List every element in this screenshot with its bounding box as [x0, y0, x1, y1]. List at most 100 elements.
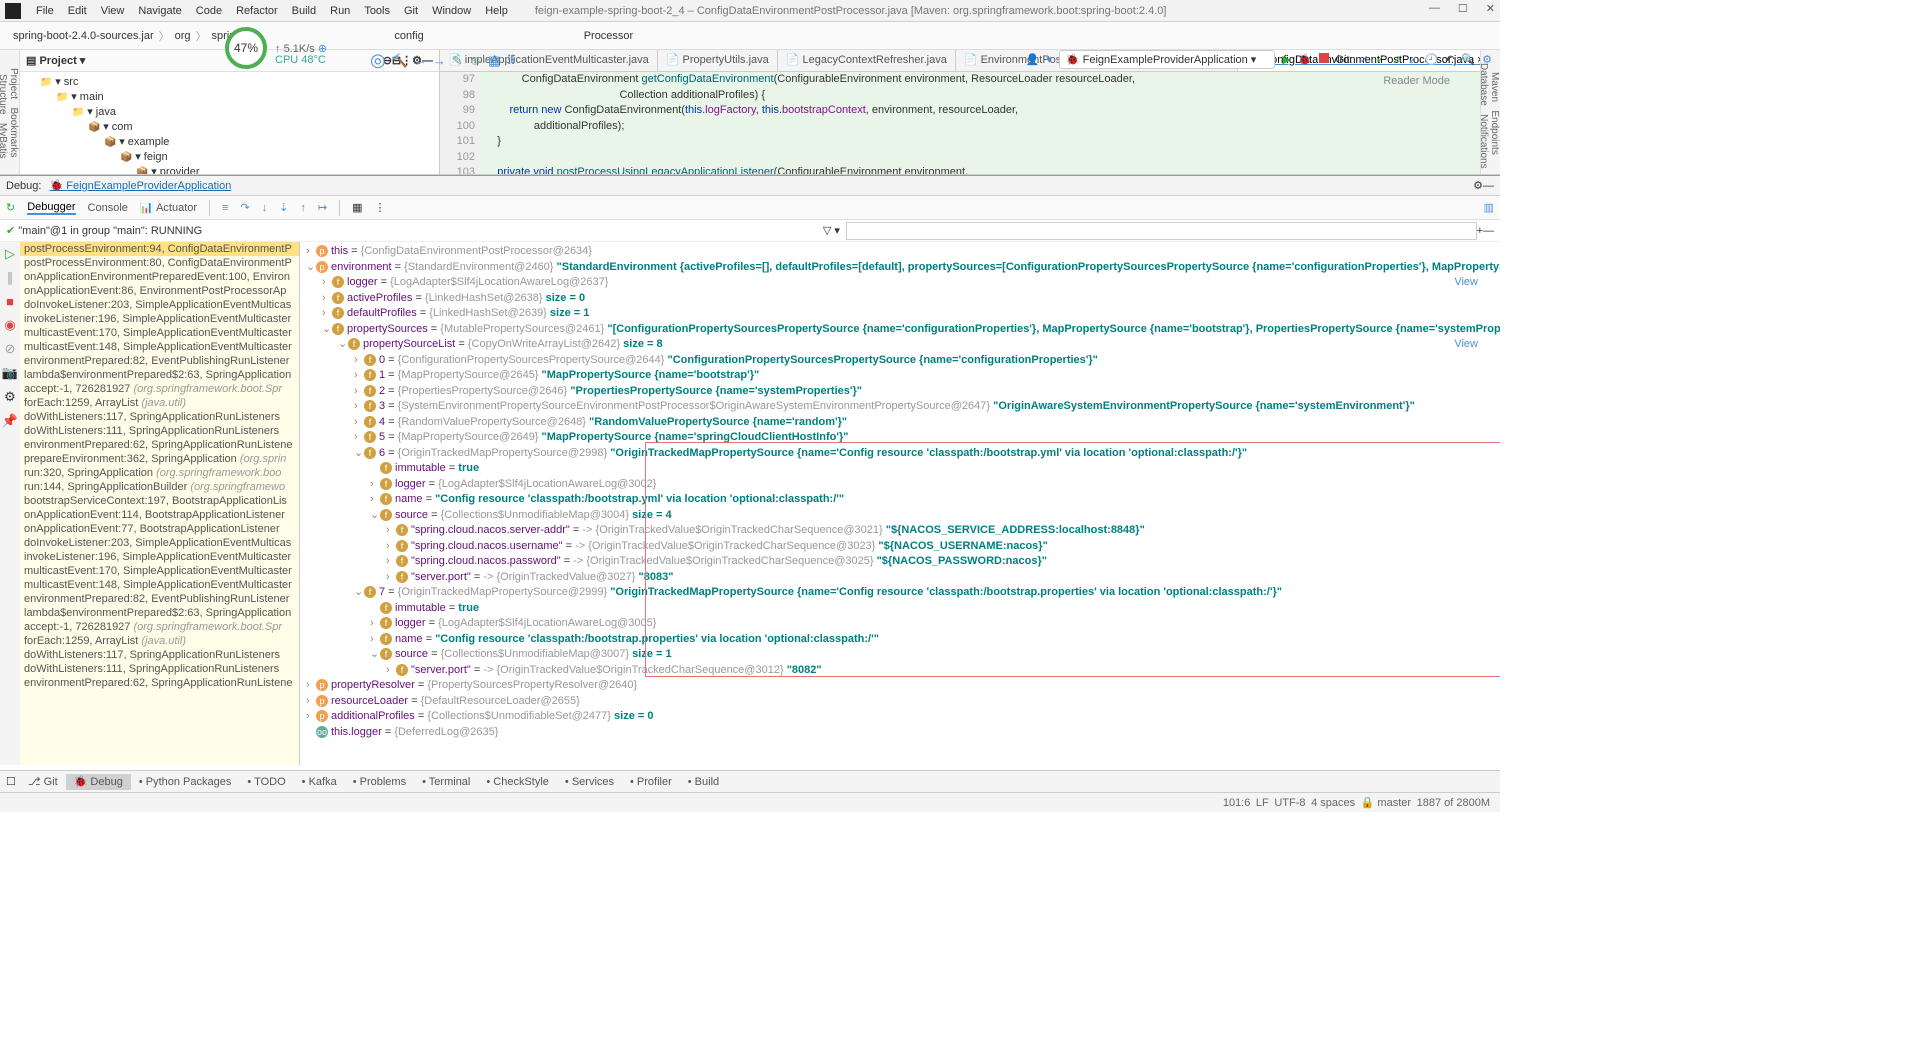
tool-tab-build[interactable]: • Build [680, 774, 727, 790]
menu-view[interactable]: View [94, 5, 132, 17]
stack-frame[interactable]: accept:-1, 726281927 (org.springframewor… [20, 620, 299, 634]
menu-navigate[interactable]: Navigate [131, 5, 188, 17]
evaluate-input[interactable] [846, 222, 1477, 240]
memory[interactable]: 1887 of 2800M [1417, 797, 1490, 809]
var-node[interactable]: ⌄penvironment = {StandardEnvironment@246… [302, 260, 1498, 276]
search-icon[interactable]: 🔍 [1461, 53, 1475, 66]
stack-frame[interactable]: postProcessEnvironment:80, ConfigDataEnv… [20, 256, 299, 270]
tool-tab-todo[interactable]: • TODO [239, 774, 293, 790]
left-tool-strip[interactable]: Project Bookmarks Structure MyBatis Buil… [0, 50, 20, 174]
close-icon[interactable]: ✕ [1486, 2, 1495, 15]
var-node[interactable]: ›f"spring.cloud.nacos.password" = -> {Or… [302, 554, 1498, 570]
stack-frame[interactable]: doWithListeners:117, SpringApplicationRu… [20, 648, 299, 662]
layout-icon[interactable]: ▦ [352, 201, 362, 214]
push-icon[interactable]: ↗ [1392, 53, 1401, 66]
menu-help[interactable]: Help [478, 5, 515, 17]
stack-frame[interactable]: onApplicationEvent:114, BootstrapApplica… [20, 508, 299, 522]
stop-icon[interactable] [1319, 53, 1329, 66]
step-into-icon[interactable]: ↷ [240, 201, 249, 214]
step-down-icon[interactable]: ↓ [262, 202, 268, 214]
stack-frame[interactable]: doInvokeListener:203, SimpleApplicationE… [20, 298, 299, 312]
run-to-cursor-icon[interactable]: ↦ [318, 201, 327, 214]
stack-frame[interactable]: run:320, SpringApplication (org.springfr… [20, 466, 299, 480]
stack-frame[interactable]: bootstrapServiceContext:197, BootstrapAp… [20, 494, 299, 508]
stack-frame[interactable]: lambda$environmentPrepared$2:63, SpringA… [20, 368, 299, 382]
breakpoints-icon[interactable]: ◉ [4, 317, 15, 333]
tree-node[interactable]: ▾ src [20, 74, 439, 89]
var-node[interactable]: ⌄fpropertySourceList = {CopyOnWriteArray… [302, 337, 1498, 353]
plus-icon[interactable]: ▾ [1046, 53, 1052, 66]
minimize-icon[interactable]: — [1483, 180, 1494, 192]
back-icon[interactable]: ← [414, 53, 427, 68]
menu-tools[interactable]: Tools [357, 5, 397, 17]
var-node[interactable]: ⌄fpropertySources = {MutablePropertySour… [302, 322, 1498, 338]
var-node[interactable]: ›pthis = {ConfigDataEnvironmentPostProce… [302, 244, 1498, 260]
line-sep[interactable]: LF [1256, 797, 1269, 809]
target-icon[interactable]: ◎ [370, 50, 386, 71]
var-node[interactable]: fimmutable = true [302, 601, 1498, 617]
var-node[interactable]: ›flogger = {LogAdapter$Slf4jLocationAwar… [302, 275, 1498, 291]
rerun-icon[interactable]: ↻ [6, 201, 15, 214]
commit-icon[interactable]: ✓ [1376, 53, 1385, 66]
tree-node[interactable]: ▾ example [20, 134, 439, 149]
force-step-icon[interactable]: ⇣ [279, 201, 288, 214]
stack-frame[interactable]: postProcessEnvironment:94, ConfigDataEnv… [20, 242, 299, 256]
tool-tab-python-packages[interactable]: • Python Packages [131, 774, 240, 790]
variables-tree[interactable]: ›pthis = {ConfigDataEnvironmentPostProce… [300, 242, 1500, 765]
pin-icon[interactable]: 📌 [2, 413, 18, 429]
stack-frame[interactable]: doWithListeners:117, SpringApplicationRu… [20, 410, 299, 424]
maximize-icon[interactable]: ☐ [1458, 2, 1468, 15]
tree-node[interactable]: ▾ main [20, 89, 439, 104]
stack-frame[interactable]: lambda$environmentPrepared$2:63, SpringA… [20, 606, 299, 620]
stack-frame[interactable]: environmentPrepared:82, EventPublishingR… [20, 592, 299, 606]
minimize-icon[interactable]: — [1429, 2, 1440, 15]
menu-code[interactable]: Code [189, 5, 229, 17]
editor-tab[interactable]: 📄 PropertyUtils.java [658, 50, 778, 71]
stack-frame[interactable]: forEach:1259, ArrayList (java.util) [20, 396, 299, 410]
gear-icon[interactable]: ⚙ [4, 389, 16, 405]
tool-tab-services[interactable]: • Services [557, 774, 622, 790]
forward-icon[interactable]: → [433, 53, 446, 68]
debug-app-tab[interactable]: 🐞 FeignExampleProviderApplication [41, 179, 239, 192]
breadcrumb[interactable]: config [389, 30, 428, 42]
menu-refactor[interactable]: Refactor [229, 5, 285, 17]
var-node[interactable]: ›flogger = {LogAdapter$Slf4jLocationAwar… [302, 616, 1498, 632]
tool-tab-kafka[interactable]: • Kafka [294, 774, 345, 790]
tree-node[interactable]: ▾ provider [20, 164, 439, 174]
breadcrumb[interactable]: Processor [579, 30, 639, 42]
resume-icon[interactable]: ▷ [5, 246, 15, 262]
caret-pos[interactable]: 101:6 [1223, 797, 1251, 809]
breadcrumb[interactable]: spring-boot-2.4.0-sources.jar [8, 30, 159, 42]
more-icon[interactable]: ⋮ [375, 201, 386, 214]
tool-tab-terminal[interactable]: • Terminal [414, 774, 478, 790]
menu-edit[interactable]: Edit [61, 5, 94, 17]
menu-window[interactable]: Window [425, 5, 478, 17]
hammer-icon[interactable]: 🔨 [392, 53, 408, 69]
camera-icon[interactable]: 📷 [2, 365, 18, 381]
layout-icon[interactable]: ▥ [1484, 201, 1494, 214]
var-node[interactable]: oothis.logger = {DeferredLog@2635} [302, 725, 1498, 741]
tool-tab-checkstyle[interactable]: • CheckStyle [478, 774, 557, 790]
tool-tab-profiler[interactable]: • Profiler [622, 774, 680, 790]
tree-node[interactable]: ▾ com [20, 119, 439, 134]
var-node[interactable]: fimmutable = true [302, 461, 1498, 477]
tree-node[interactable]: ▾ java [20, 104, 439, 119]
project-combo[interactable]: ▤ Project ▾ [26, 54, 85, 67]
tool-tab-problems[interactable]: • Problems [345, 774, 414, 790]
stack-frame[interactable]: multicastEvent:170, SimpleApplicationEve… [20, 564, 299, 578]
apps-icon[interactable]: ⠿ [506, 53, 516, 69]
var-node[interactable]: ›f2 = {PropertiesPropertySource@2646} "P… [302, 384, 1498, 400]
actuator-tab[interactable]: 📊 Actuator [140, 201, 197, 214]
debug-icon[interactable]: 🐞 [1298, 53, 1312, 66]
grid-icon[interactable]: ▦ [488, 53, 500, 69]
var-node[interactable]: ⌄f6 = {OriginTrackedMapPropertySource@29… [302, 446, 1498, 462]
stack-frame[interactable]: multicastEvent:148, SimpleApplicationEve… [20, 340, 299, 354]
editor-tab[interactable]: 📄 LegacyContextRefresher.java [778, 50, 956, 71]
menu-git[interactable]: Git [397, 5, 425, 17]
indent[interactable]: 4 spaces [1311, 797, 1355, 809]
stack-frame[interactable]: doInvokeListener:203, SimpleApplicationE… [20, 536, 299, 550]
var-node[interactable]: ›fdefaultProfiles = {LinkedHashSet@2639}… [302, 306, 1498, 322]
var-node[interactable]: ›fname = "Config resource 'classpath:/bo… [302, 632, 1498, 648]
tool-tab-git[interactable]: ⎇ Git [20, 774, 66, 790]
tool-tab-debug[interactable]: 🐞 Debug [66, 774, 131, 790]
